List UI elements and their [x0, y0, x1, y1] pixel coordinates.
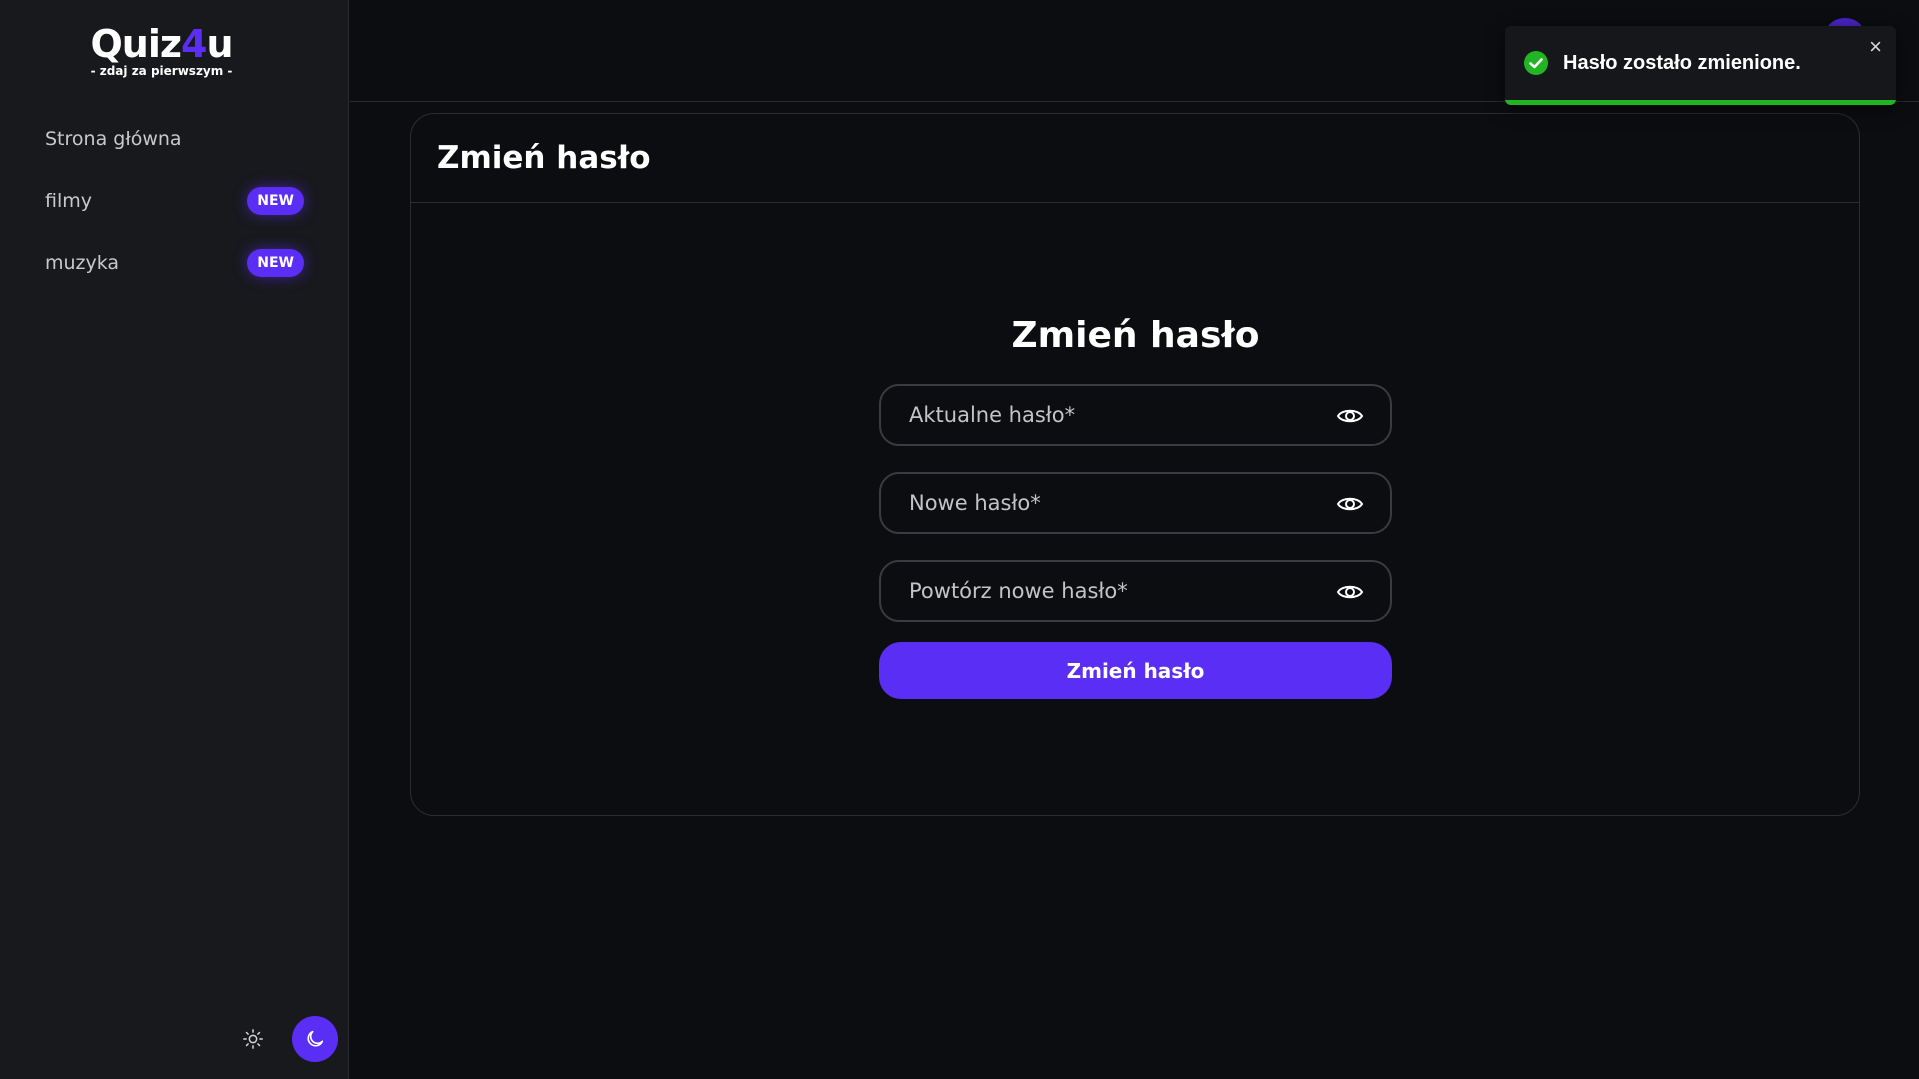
eye-icon[interactable]	[1336, 580, 1364, 604]
sidebar-item-label: filmy	[45, 190, 92, 212]
eye-icon[interactable]	[1336, 492, 1364, 516]
new-password-field	[879, 472, 1392, 534]
card-header: Zmień hasło	[411, 114, 1859, 203]
sidebar-nav: Strona główna filmy NEW muzyka NEW	[0, 108, 349, 294]
toast-body: Hasło zostało zmienione.	[1505, 26, 1896, 100]
new-badge: NEW	[247, 187, 304, 215]
logo-tagline: - zdaj za pierwszym -	[90, 64, 233, 78]
current-password-field	[879, 384, 1392, 446]
success-toast[interactable]: Hasło zostało zmienione. ×	[1505, 26, 1896, 105]
toast-progress-bar	[1505, 100, 1896, 105]
new-badge: NEW	[247, 249, 304, 277]
page-title: Zmień hasło	[437, 140, 651, 176]
logo-title: Quiz4u	[90, 22, 233, 66]
check-circle-icon	[1524, 51, 1548, 75]
current-password-input[interactable]	[909, 403, 1309, 427]
sidebar-item-home[interactable]: Strona główna	[0, 108, 349, 170]
change-password-card: Zmień hasło Zmień hasło Zmień hasło	[410, 113, 1860, 816]
sun-icon	[243, 1029, 263, 1049]
app-root: Quiz4u - zdaj za pierwszym - Strona głów…	[0, 0, 1919, 1079]
toast-message: Hasło zostało zmienione.	[1563, 51, 1801, 74]
sidebar-item-label: Strona główna	[45, 128, 182, 150]
repeat-password-field	[879, 560, 1392, 622]
close-icon[interactable]: ×	[1869, 34, 1882, 60]
sidebar-item-label: muzyka	[45, 252, 120, 274]
new-password-input[interactable]	[909, 491, 1309, 515]
sidebar: Quiz4u - zdaj za pierwszym - Strona głów…	[0, 0, 349, 1079]
sidebar-item-muzyka[interactable]: muzyka NEW	[0, 232, 349, 294]
light-theme-button[interactable]	[230, 1016, 276, 1062]
theme-switch	[230, 1016, 338, 1062]
repeat-password-input[interactable]	[909, 579, 1309, 603]
change-password-button[interactable]: Zmień hasło	[879, 642, 1392, 699]
logo[interactable]: Quiz4u - zdaj za pierwszym -	[0, 22, 323, 78]
sidebar-item-filmy[interactable]: filmy NEW	[0, 170, 349, 232]
dark-theme-button[interactable]	[292, 1016, 338, 1062]
change-password-form: Zmień hasło Zmień hasło	[879, 314, 1392, 699]
moon-icon	[307, 1030, 324, 1047]
form-title: Zmień hasło	[1011, 315, 1260, 356]
eye-icon[interactable]	[1336, 404, 1364, 428]
